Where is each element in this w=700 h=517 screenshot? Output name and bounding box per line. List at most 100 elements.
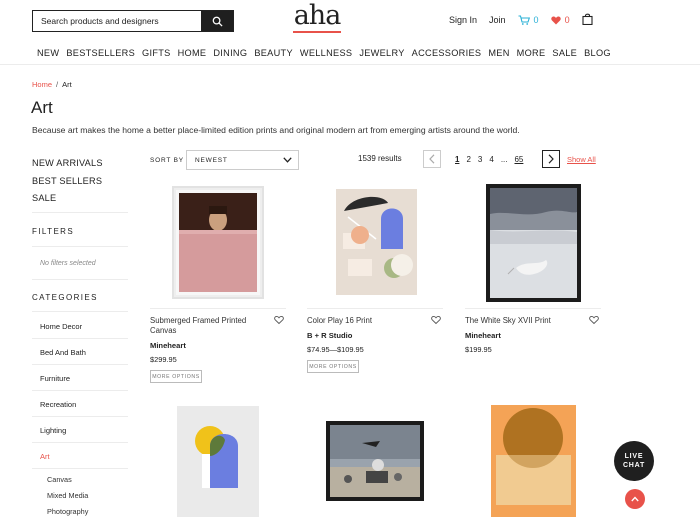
- breadcrumb-separator: /: [56, 80, 59, 89]
- product-price: $74.95—$109.95: [307, 345, 364, 354]
- subcategory-canvas[interactable]: Canvas: [47, 475, 72, 484]
- filters-heading: FILTERS: [32, 227, 75, 236]
- sidebar-best-sellers[interactable]: BEST SELLERS: [32, 176, 102, 186]
- live-chat-button[interactable]: LIVE CHAT: [614, 441, 654, 481]
- logo-text: aha: [293, 0, 342, 31]
- live-chat-label-line2: CHAT: [622, 462, 646, 469]
- shopping-bag-icon: [582, 13, 593, 26]
- search-input[interactable]: [33, 11, 201, 31]
- nav-item-wellness[interactable]: WELLNESS: [300, 48, 352, 58]
- nav-item-jewelry[interactable]: JEWELRY: [359, 48, 404, 58]
- product-price: $199.95: [465, 345, 492, 354]
- subcategory-photography[interactable]: Photography: [47, 507, 88, 516]
- page-ellipsis: ...: [500, 155, 508, 164]
- sidebar-divider: [32, 364, 128, 365]
- results-count: 1539 results: [358, 154, 402, 163]
- nav-item-dining[interactable]: DINING: [213, 48, 247, 58]
- product-image[interactable]: [172, 186, 264, 299]
- sidebar-sale[interactable]: SALE: [32, 193, 56, 203]
- product-image[interactable]: [491, 405, 576, 517]
- sidebar-divider: [32, 468, 128, 469]
- product-brand[interactable]: B + R Studio: [307, 331, 352, 340]
- product-brand[interactable]: Mineheart: [150, 341, 186, 350]
- search-bar: [32, 10, 234, 32]
- wishlist-heart-icon[interactable]: [589, 315, 599, 325]
- sidebar-divider: [32, 279, 128, 280]
- search-icon: [212, 16, 223, 27]
- prev-page-button[interactable]: [423, 150, 441, 168]
- nav-item-accessories[interactable]: ACCESSORIES: [412, 48, 482, 58]
- sidebar-divider: [32, 212, 128, 213]
- product-brand[interactable]: Mineheart: [465, 331, 501, 340]
- product-price: $299.95: [150, 355, 177, 364]
- main-nav: NEW BESTSELLERS GIFTS HOME DINING BEAUTY WELLN…: [37, 48, 611, 58]
- nav-item-new[interactable]: NEW: [37, 48, 59, 58]
- sidebar-divider: [32, 338, 128, 339]
- category-lighting[interactable]: Lighting: [40, 426, 66, 435]
- cart-icon: [518, 15, 530, 25]
- card-divider: [307, 308, 443, 309]
- category-art[interactable]: Art: [40, 452, 50, 461]
- page-link[interactable]: 4: [489, 155, 493, 164]
- product-name[interactable]: Color Play 16 Print: [307, 316, 427, 326]
- sidebar-divider: [32, 390, 128, 391]
- category-furniture[interactable]: Furniture: [40, 374, 70, 383]
- product-image[interactable]: [177, 406, 259, 517]
- product-image[interactable]: [486, 184, 581, 302]
- product-name[interactable]: Submerged Framed Printed Canvas: [150, 316, 270, 336]
- product-image[interactable]: [326, 421, 424, 501]
- artwork-surreal-landscape: [330, 425, 420, 497]
- more-options-button[interactable]: MORE OPTIONS: [307, 360, 359, 373]
- site-logo[interactable]: aha: [291, 2, 343, 36]
- wishlist-heart-icon[interactable]: [431, 315, 441, 325]
- back-to-top-button[interactable]: [625, 489, 645, 509]
- breadcrumb: Home / Art: [32, 80, 72, 89]
- nav-item-blog[interactable]: BLOG: [584, 48, 611, 58]
- sort-select[interactable]: NEWEST: [186, 150, 299, 170]
- page-link[interactable]: 1: [455, 155, 459, 164]
- sidebar-new-arrivals[interactable]: NEW ARRIVALS: [32, 158, 103, 168]
- more-options-button[interactable]: MORE OPTIONS: [150, 370, 202, 383]
- show-all-link[interactable]: Show All: [567, 155, 596, 164]
- search-button[interactable]: [201, 11, 233, 31]
- product-name[interactable]: The White Sky XVII Print: [465, 316, 585, 326]
- breadcrumb-home[interactable]: Home: [32, 80, 52, 89]
- chevron-right-icon: [548, 154, 554, 164]
- nav-item-men[interactable]: MEN: [488, 48, 509, 58]
- card-divider: [150, 308, 286, 309]
- wishlist-button[interactable]: 0: [550, 15, 570, 25]
- product-image[interactable]: [336, 189, 417, 295]
- subcategory-mixed-media[interactable]: Mixed Media: [47, 491, 88, 500]
- sidebar-divider: [32, 311, 128, 312]
- page-link[interactable]: 3: [478, 155, 482, 164]
- artwork-geometric-yellow-blue: [195, 426, 238, 488]
- chevron-down-icon: [283, 157, 292, 163]
- nav-item-bestsellers[interactable]: BESTSELLERS: [66, 48, 135, 58]
- nav-item-beauty[interactable]: BEAUTY: [254, 48, 293, 58]
- nav-item-gifts[interactable]: GIFTS: [142, 48, 171, 58]
- chevron-up-icon: [631, 496, 639, 502]
- nav-item-sale[interactable]: SALE: [552, 48, 577, 58]
- nav-item-home[interactable]: HOME: [178, 48, 207, 58]
- category-bed-and-bath[interactable]: Bed And Bath: [40, 348, 86, 357]
- category-recreation[interactable]: Recreation: [40, 400, 76, 409]
- nav-divider: [0, 64, 700, 65]
- pagination: 1 2 3 4 ... 65: [455, 155, 523, 164]
- artwork-submerged: [176, 190, 260, 295]
- page-link[interactable]: 2: [466, 155, 470, 164]
- category-home-decor[interactable]: Home Decor: [40, 322, 82, 331]
- bag-button[interactable]: [582, 13, 593, 27]
- page-link[interactable]: 65: [514, 155, 523, 164]
- no-filters-text: No filters selected: [40, 260, 96, 267]
- sort-value: NEWEST: [195, 156, 228, 164]
- next-page-button[interactable]: [542, 150, 560, 168]
- wishlist-heart-icon[interactable]: [274, 315, 284, 325]
- sign-in-link[interactable]: Sign In: [449, 15, 477, 25]
- sidebar-divider: [32, 442, 128, 443]
- heart-icon: [550, 16, 561, 24]
- nav-item-more[interactable]: MORE: [517, 48, 546, 58]
- breadcrumb-current: Art: [62, 80, 72, 89]
- cart-button[interactable]: 0: [518, 15, 539, 25]
- live-chat-label-line1: LIVE: [624, 453, 644, 460]
- join-link[interactable]: Join: [489, 15, 506, 25]
